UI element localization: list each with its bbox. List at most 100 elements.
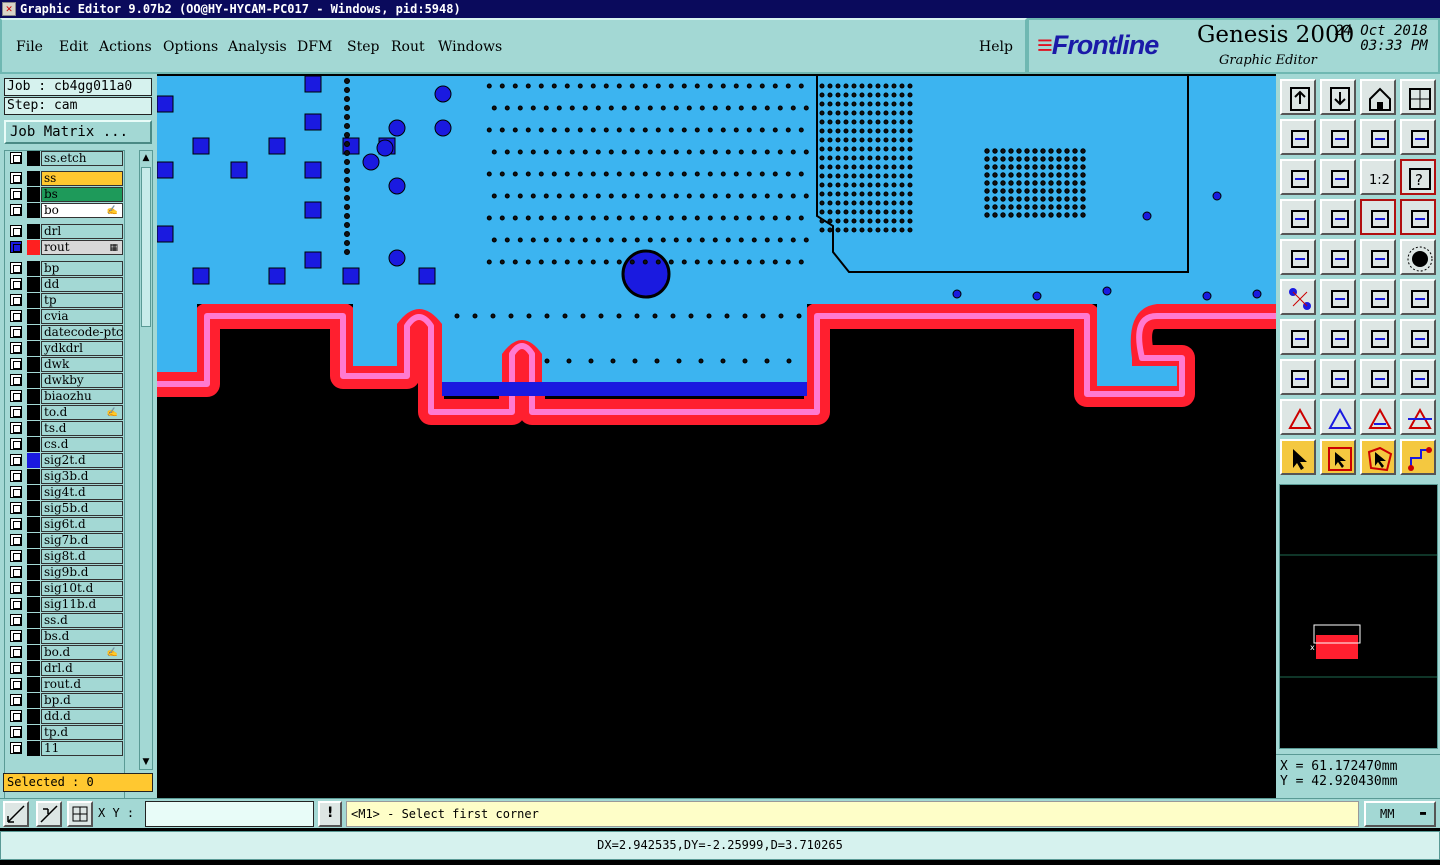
- layer-row-sig8t-d[interactable]: sig8t.d: [5, 549, 124, 564]
- layer-row-bs[interactable]: bs: [5, 187, 124, 202]
- layer-color-swatch[interactable]: [27, 517, 40, 532]
- layer-checkbox[interactable]: [10, 326, 22, 338]
- layer-name[interactable]: ydkdrl: [41, 341, 123, 356]
- layer-name[interactable]: cvia: [41, 309, 123, 324]
- layer-checkbox[interactable]: [10, 710, 22, 722]
- layer-row-drl[interactable]: drl: [5, 224, 124, 239]
- layer-row-ss-d[interactable]: ss.d: [5, 613, 124, 628]
- layer-color-swatch[interactable]: [27, 661, 40, 676]
- menu-step[interactable]: Step: [347, 39, 379, 55]
- layer-color-swatch[interactable]: [27, 453, 40, 468]
- layer-name[interactable]: dwkby: [41, 373, 123, 388]
- layer-name[interactable]: bo.d ✍: [41, 645, 123, 660]
- layer-name[interactable]: rout ▦: [41, 240, 123, 255]
- layer-checkbox[interactable]: [10, 550, 22, 562]
- job-matrix-button[interactable]: Job Matrix ...: [4, 120, 152, 144]
- layer-color-swatch[interactable]: [27, 151, 40, 166]
- select-button[interactable]: [1280, 439, 1316, 475]
- layer-color-swatch[interactable]: [27, 309, 40, 324]
- page-up-button[interactable]: [1280, 79, 1316, 115]
- menu-actions[interactable]: Actions: [99, 39, 152, 55]
- grid-button[interactable]: [1320, 199, 1356, 235]
- layer-checkbox[interactable]: [10, 188, 22, 200]
- layer-name[interactable]: biaozhu: [41, 389, 123, 404]
- layer-color-swatch[interactable]: [27, 629, 40, 644]
- pad-button[interactable]: [1280, 359, 1316, 395]
- layer-row-sig10t-d[interactable]: sig10t.d: [5, 581, 124, 596]
- layer-name[interactable]: sig10t.d: [41, 581, 123, 596]
- layer-name[interactable]: sig4t.d: [41, 485, 123, 500]
- text-f-button[interactable]: [1400, 319, 1436, 355]
- menu-dfm[interactable]: DFM: [297, 39, 332, 55]
- layer-name[interactable]: 11: [41, 741, 123, 756]
- layer-checkbox[interactable]: [10, 662, 22, 674]
- layer-color-swatch[interactable]: [27, 224, 40, 239]
- layer-name[interactable]: rout.d: [41, 677, 123, 692]
- snap-button[interactable]: [36, 801, 62, 827]
- layer-checkbox[interactable]: [10, 678, 22, 690]
- layer-color-swatch[interactable]: [27, 469, 40, 484]
- ruler-button[interactable]: [1360, 239, 1396, 275]
- layer-checkbox[interactable]: [10, 358, 22, 370]
- layer-color-swatch[interactable]: [27, 240, 40, 255]
- layer-row-datecode-ptc[interactable]: datecode-ptc: [5, 325, 124, 340]
- menu-analysis[interactable]: Analysis: [228, 39, 287, 55]
- layer-name[interactable]: bp.d: [41, 693, 123, 708]
- layer-color-swatch[interactable]: [27, 709, 40, 724]
- layer-row-to-d[interactable]: to.d ✍: [5, 405, 124, 420]
- line-button[interactable]: [1320, 319, 1356, 355]
- layer-name[interactable]: tp.d: [41, 725, 123, 740]
- layer-checkbox[interactable]: [10, 646, 22, 658]
- layer-name[interactable]: sig5b.d: [41, 501, 123, 516]
- layer-checkbox[interactable]: [10, 598, 22, 610]
- angle-button[interactable]: [1280, 319, 1316, 355]
- menu-edit[interactable]: Edit: [59, 39, 88, 55]
- rotate-button[interactable]: [1360, 319, 1396, 355]
- scroll-thumb[interactable]: [141, 167, 151, 327]
- layer-row-dwk[interactable]: dwk: [5, 357, 124, 372]
- layer-color-swatch[interactable]: [27, 581, 40, 596]
- pcb-view[interactable]: [157, 76, 1276, 796]
- menu-windows[interactable]: Windows: [438, 39, 502, 55]
- layer-color-swatch[interactable]: [27, 565, 40, 580]
- layer-row-dwkby[interactable]: dwkby: [5, 373, 124, 388]
- layer-color-swatch[interactable]: [27, 597, 40, 612]
- layer-row-sig4t-d[interactable]: sig4t.d: [5, 485, 124, 500]
- layer-color-swatch[interactable]: [27, 549, 40, 564]
- layer-checkbox[interactable]: [10, 614, 22, 626]
- layer-row-cvia[interactable]: cvia: [5, 309, 124, 324]
- layer-checkbox[interactable]: [10, 422, 22, 434]
- layer-checkbox[interactable]: [10, 566, 22, 578]
- layer-row-bo-d[interactable]: bo.d ✍: [5, 645, 124, 660]
- layer-row-bp-d[interactable]: bp.d: [5, 693, 124, 708]
- menu-file[interactable]: File: [16, 39, 43, 55]
- snapshot-button[interactable]: [1280, 239, 1316, 275]
- layer-checkbox[interactable]: [10, 406, 22, 418]
- layer-name[interactable]: ss: [41, 171, 123, 186]
- pan-right-button[interactable]: [1320, 119, 1356, 155]
- menu-options[interactable]: Options: [163, 39, 218, 55]
- layer-checkbox[interactable]: [10, 534, 22, 546]
- layer-checkbox[interactable]: [10, 262, 22, 274]
- layer-name[interactable]: bs: [41, 187, 123, 202]
- layer-red-2-button[interactable]: [1400, 199, 1436, 235]
- layer-checkbox[interactable]: [10, 486, 22, 498]
- layer-name[interactable]: cs.d: [41, 437, 123, 452]
- arc-2-button[interactable]: [1400, 279, 1436, 315]
- layer-color-swatch[interactable]: [27, 533, 40, 548]
- layer-color-swatch[interactable]: [27, 187, 40, 202]
- layer-row-biaozhu[interactable]: biaozhu: [5, 389, 124, 404]
- layer-name[interactable]: tp: [41, 293, 123, 308]
- layer-checkbox[interactable]: [10, 204, 22, 216]
- overview-map[interactable]: x: [1279, 484, 1438, 749]
- select-box-button[interactable]: [1320, 439, 1356, 475]
- zoom-center-button[interactable]: [1320, 159, 1356, 195]
- scroll-up-arrow[interactable]: ▲: [140, 151, 152, 165]
- layer-color-swatch[interactable]: [27, 693, 40, 708]
- layer-checkbox[interactable]: [10, 241, 22, 253]
- layer-scrollbar[interactable]: ▲ ▼: [139, 150, 153, 770]
- layer-color-swatch[interactable]: [27, 171, 40, 186]
- xy-input[interactable]: [145, 801, 314, 827]
- layer-color-swatch[interactable]: [27, 389, 40, 404]
- layer-row-sig5b-d[interactable]: sig5b.d: [5, 501, 124, 516]
